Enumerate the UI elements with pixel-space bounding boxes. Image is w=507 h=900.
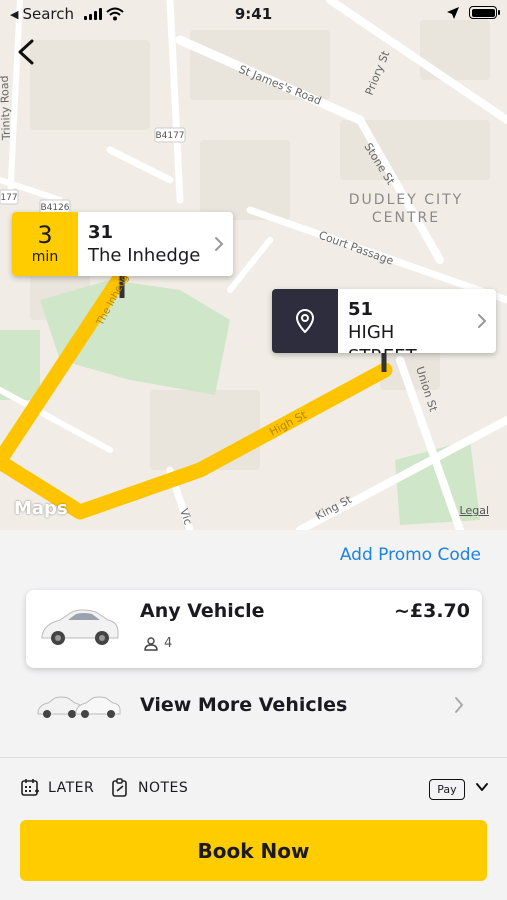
street-label-trinity: Trinity Road — [0, 75, 13, 141]
seat-count: 4 — [164, 636, 173, 651]
status-time: 9:41 — [234, 5, 273, 23]
later-label: LATER — [48, 780, 95, 796]
dropoff-callout[interactable]: 51 HIGH STREET — [272, 289, 496, 353]
road-number-177: 177 — [0, 193, 17, 203]
dropoff-address: 51 HIGH STREET — [338, 289, 468, 353]
car-icon — [41, 609, 119, 645]
pickup-number: 31 — [88, 222, 114, 243]
view-more-vehicles-label: View More Vehicles — [140, 694, 348, 716]
notes-icon — [112, 778, 127, 797]
vehicle-name: Any Vehicle — [140, 600, 265, 622]
calendar-icon — [21, 779, 39, 796]
cars-icon — [37, 696, 121, 718]
vehicle-card-any[interactable]: Any Vehicle 4 ~£3.70 — [26, 590, 482, 668]
maps-logo: Maps — [14, 498, 68, 519]
eta-unit: min — [31, 249, 59, 265]
vehicle-seats: 4 — [144, 636, 172, 651]
pickup-street: The Inhedge — [88, 245, 201, 266]
chevron-down-icon[interactable] — [475, 780, 489, 794]
battery-icon — [469, 6, 500, 19]
eta-value: 3 — [37, 221, 53, 249]
maps-brand: Maps — [14, 498, 68, 519]
chevron-right-icon — [468, 289, 496, 353]
chevron-right-icon — [205, 212, 233, 276]
road-number-b4177: B4177 — [155, 131, 184, 141]
status-bar: ◀ Search 9:41 — [0, 0, 507, 28]
notes-button[interactable]: NOTES — [110, 778, 188, 798]
pickup-callout[interactable]: 3 min 31 The Inhedge — [12, 212, 233, 276]
chevron-right-icon — [455, 697, 464, 713]
person-icon — [144, 636, 158, 651]
district-label-line2: CENTRE — [372, 210, 440, 226]
add-promo-code-link[interactable]: Add Promo Code — [340, 545, 481, 565]
back-button[interactable] — [8, 32, 44, 72]
divider — [0, 757, 507, 758]
location-arrow-icon — [447, 6, 459, 19]
status-right — [447, 6, 500, 19]
later-button[interactable]: LATER — [20, 778, 94, 798]
location-pin-icon — [296, 309, 314, 333]
chevron-left-icon — [18, 39, 34, 65]
district-label-line1: DUDLEY CITY — [349, 192, 463, 208]
street-label-vic: Vic — [177, 507, 194, 527]
street-label-high: High St — [267, 408, 309, 439]
view-more-vehicles-row[interactable]: View More Vehicles — [26, 684, 482, 730]
destination-badge — [272, 289, 338, 353]
street-label-court: Court Passage — [317, 229, 395, 268]
dropoff-street: HIGH STREET — [348, 322, 417, 353]
map-view[interactable]: Trinity Road St James's Road Priory St S… — [0, 0, 507, 530]
eta-badge: 3 min — [12, 212, 78, 276]
payment-label: Pay — [437, 783, 457, 796]
street-label-priory: Priory St — [363, 48, 393, 97]
dropoff-number: 51 — [348, 299, 374, 320]
pickup-address: 31 The Inhedge — [78, 212, 205, 276]
book-now-button[interactable]: Book Now — [20, 820, 487, 881]
payment-method-button[interactable]: Pay — [429, 779, 465, 800]
legal-link[interactable]: Legal — [460, 504, 489, 517]
booking-options-bar: LATER NOTES Pay — [0, 770, 507, 808]
vehicle-price: ~£3.70 — [393, 600, 470, 622]
notes-label: NOTES — [138, 780, 189, 796]
